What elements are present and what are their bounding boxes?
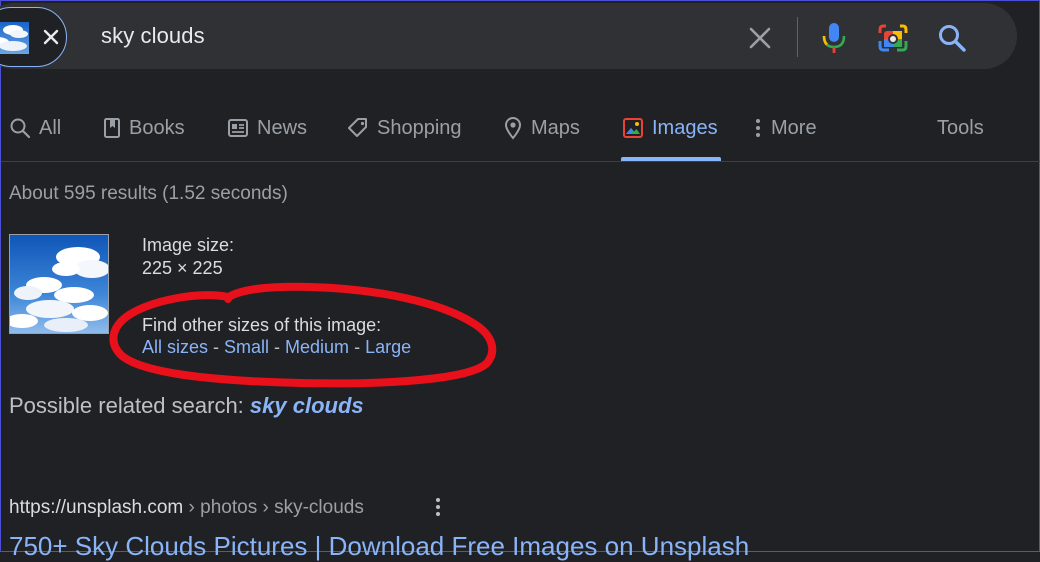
page: sky clouds All Books News Shopping Maps …: [0, 1, 1040, 561]
tab-label: Tools: [937, 116, 984, 139]
result-title-link[interactable]: 750+ Sky Clouds Pictures | Download Free…: [9, 531, 749, 562]
size-links: All sizes - Small - Medium - Large: [142, 337, 411, 358]
all-sizes-link[interactable]: All sizes: [142, 337, 208, 357]
results-count: About 595 results (1.52 seconds): [9, 183, 288, 204]
result-domain: https://unsplash.com: [9, 497, 184, 518]
medium-size-link[interactable]: Medium: [285, 337, 349, 357]
separator: -: [349, 337, 366, 357]
clear-icon[interactable]: [747, 25, 773, 51]
related-search-link[interactable]: sky clouds: [250, 393, 364, 418]
other-sizes-label: Find other sizes of this image:: [142, 315, 382, 335]
related-search: Possible related search: sky clouds: [9, 393, 364, 419]
map-pin-icon: [504, 117, 522, 140]
search-bar-divider: [797, 17, 798, 57]
search-submit-icon[interactable]: [937, 23, 967, 53]
related-search-prefix: Possible related search:: [9, 393, 250, 418]
tab-images[interactable]: Images: [622, 101, 718, 161]
book-icon: [104, 118, 120, 138]
separator: -: [208, 337, 225, 357]
search-image-chip[interactable]: [0, 7, 67, 67]
result-menu-icon[interactable]: [431, 495, 445, 519]
result-url[interactable]: https://unsplash.com › photos › sky-clou…: [9, 497, 364, 519]
tab-more[interactable]: More: [753, 101, 817, 161]
images-icon: [623, 118, 643, 138]
tab-label: Shopping: [377, 116, 462, 139]
microphone-icon[interactable]: [821, 21, 847, 55]
image-size-label: Image size:: [142, 235, 235, 255]
tab-label: All: [39, 116, 62, 139]
more-vertical-icon: [756, 119, 760, 137]
tab-label: News: [257, 116, 308, 139]
search-input[interactable]: sky clouds: [101, 23, 205, 49]
tab-label: More: [771, 116, 817, 139]
image-size-value: 225 × 225: [142, 258, 223, 278]
separator: -: [269, 337, 286, 357]
tab-news[interactable]: News: [227, 101, 307, 161]
search-icon: [10, 118, 31, 139]
remove-image-icon[interactable]: [40, 26, 62, 48]
tab-label: Images: [652, 116, 718, 139]
tab-all[interactable]: All: [9, 101, 61, 161]
tab-label: Maps: [531, 116, 580, 139]
large-size-link[interactable]: Large: [365, 337, 411, 357]
result-breadcrumb: › photos › sky-clouds: [183, 497, 364, 518]
sky-clouds-image: [10, 235, 108, 333]
tab-maps[interactable]: Maps: [503, 101, 580, 161]
tab-tools[interactable]: Tools: [937, 101, 984, 161]
sky-thumbnail-icon: [0, 22, 29, 54]
search-tabs: All Books News Shopping Maps Images More…: [1, 101, 1040, 161]
tabs-divider: [1, 161, 1040, 162]
google-lens-icon[interactable]: [877, 23, 909, 53]
tab-shopping[interactable]: Shopping: [347, 101, 462, 161]
search-bar: sky clouds: [0, 3, 1017, 69]
tag-icon: [348, 118, 367, 137]
tab-label: Books: [129, 116, 185, 139]
query-image-thumbnail[interactable]: [9, 234, 109, 334]
news-icon: [228, 119, 248, 137]
tab-books[interactable]: Books: [103, 101, 185, 161]
small-size-link[interactable]: Small: [224, 337, 269, 357]
